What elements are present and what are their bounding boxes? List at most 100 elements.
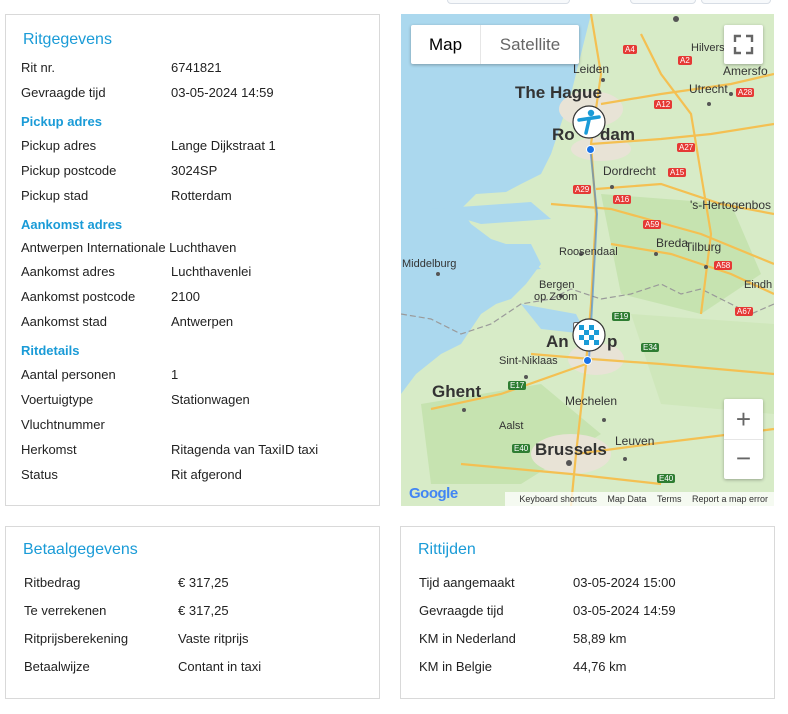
zoom-in-button[interactable]: + xyxy=(724,399,763,440)
city-label-op-zoom: op Zoom xyxy=(534,291,578,303)
km-belgie-row: KM in Belgie 44,76 km xyxy=(419,658,769,676)
city-label-breda: Breda xyxy=(656,236,689,250)
aankomst-stad-value: Antwerpen xyxy=(171,314,234,329)
ritbedrag-label: Ritbedrag xyxy=(24,575,81,590)
voertuigtype-value: Stationwagen xyxy=(171,392,250,407)
city-label-brussels: Brussels xyxy=(535,440,607,459)
pickup-stad-row: Pickup stad Rotterdam xyxy=(21,187,371,205)
tijd-aangemaakt-value: 03-05-2024 15:00 xyxy=(573,575,676,590)
road-shield: A16 xyxy=(613,195,632,204)
zoom-out-button[interactable]: − xyxy=(724,440,763,479)
map-data-link[interactable]: Map Data xyxy=(607,494,646,504)
road-shield: A2 xyxy=(678,56,692,65)
road-shield: A4 xyxy=(623,45,637,54)
km-nederland-value: 58,89 km xyxy=(573,631,627,646)
city-label-roosendaal: Roosendaal xyxy=(559,246,618,258)
taxi-person-icon xyxy=(572,105,606,139)
pickup-adres-value: Lange Dijkstraat 1 xyxy=(171,138,276,153)
ritprijsberekening-value: Vaste ritprijs xyxy=(178,631,249,646)
betaalgegevens-title: Betaalgegevens xyxy=(23,541,138,558)
rittijden-gevraagde-tijd-value: 03-05-2024 14:59 xyxy=(573,603,676,618)
gevraagde-tijd-value: 03-05-2024 14:59 xyxy=(171,85,274,100)
map-type-map-button[interactable]: Map xyxy=(411,25,481,64)
status-label: Status xyxy=(21,467,58,482)
road-shield: A28 xyxy=(736,88,755,97)
vluchtnummer-row: Vluchtnummer xyxy=(21,416,371,434)
city-label-antwerp-b: p xyxy=(607,332,618,351)
pickup-stad-label: Pickup stad xyxy=(21,188,89,203)
city-label-hilversum: Hilvers xyxy=(691,42,725,54)
aankomst-adres-row: Aankomst adres Luchthavenlei xyxy=(21,263,371,281)
road-shield: A15 xyxy=(668,168,687,177)
road-shield: E17 xyxy=(508,381,527,390)
aankomst-adres-label: Aankomst adres xyxy=(21,264,115,279)
km-nederland-label: KM in Nederland xyxy=(419,631,516,646)
ritprijsberekening-label: Ritprijsberekening xyxy=(24,631,129,646)
gevraagde-tijd-row: Gevraagde tijd 03-05-2024 14:59 xyxy=(21,84,371,102)
checkered-flag-icon xyxy=(572,318,606,352)
ritdetails-heading: Ritdetails xyxy=(21,343,80,358)
pickup-marker[interactable] xyxy=(571,104,607,140)
rittijden-panel: Rittijden Tijd aangemaakt 03-05-2024 15:… xyxy=(400,526,775,699)
gevraagde-tijd-label: Gevraagde tijd xyxy=(21,85,106,100)
city-label-leiden: Leiden xyxy=(573,62,610,76)
aankomst-heading: Aankomst adres xyxy=(21,217,123,232)
rittijden-gevraagde-tijd-label: Gevraagde tijd xyxy=(419,603,504,618)
city-label-eindhoven: Eindh xyxy=(744,279,773,291)
keyboard-shortcuts-link[interactable]: Keyboard shortcuts xyxy=(519,494,597,504)
google-logo[interactable]: Google xyxy=(409,485,458,502)
top-tab-button[interactable] xyxy=(701,0,771,4)
route-map[interactable]: A4 A2 A12 A27 A28 A15 A29 A16 A59 A58 A6… xyxy=(401,14,774,506)
map-attribution: Keyboard shortcuts Map Data Terms Report… xyxy=(505,492,774,506)
aankomst-stad-row: Aankomst stad Antwerpen xyxy=(21,313,371,331)
aankomst-naam: Antwerpen Internationale Luchthaven xyxy=(21,240,237,255)
te-verrekenen-value: € 317,25 xyxy=(178,603,229,618)
pickup-postcode-label: Pickup postcode xyxy=(21,163,117,178)
fullscreen-icon xyxy=(733,34,754,55)
city-label-hertogenbosch: 's-Hertogenbos xyxy=(690,198,771,212)
betaalwijze-label: Betaalwijze xyxy=(24,659,90,674)
pickup-adres-row: Pickup adres Lange Dijkstraat 1 xyxy=(21,137,371,155)
map-type-control: Map Satellite xyxy=(411,25,579,64)
herkomst-value: Ritagenda van TaxiID taxi xyxy=(171,442,319,457)
ritgegevens-title: Ritgegevens xyxy=(23,31,112,48)
vluchtnummer-label: Vluchtnummer xyxy=(21,417,105,432)
terms-link[interactable]: Terms xyxy=(657,494,682,504)
road-shield: A27 xyxy=(677,143,696,152)
km-belgie-value: 44,76 km xyxy=(573,659,627,674)
road-shield: A58 xyxy=(714,261,733,270)
pickup-heading: Pickup adres xyxy=(21,114,102,129)
map-type-satellite-button[interactable]: Satellite xyxy=(481,25,579,64)
city-label-ghent: Ghent xyxy=(432,382,482,401)
city-label-middelburg: Middelburg xyxy=(402,258,457,270)
destination-marker[interactable] xyxy=(571,317,607,353)
status-value: Rit afgerond xyxy=(171,467,242,482)
ritbedrag-value: € 317,25 xyxy=(178,575,229,590)
city-label-antwerp-a: An xyxy=(546,332,569,351)
aankomst-postcode-label: Aankomst postcode xyxy=(21,289,136,304)
pickup-location-dot xyxy=(586,145,595,154)
city-label-bergen: Bergen xyxy=(539,279,575,291)
road-shield: E40 xyxy=(512,444,531,453)
herkomst-row: Herkomst Ritagenda van TaxiID taxi xyxy=(21,441,371,459)
road-shield: A67 xyxy=(735,307,754,316)
ritbedrag-row: Ritbedrag € 317,25 xyxy=(24,574,374,592)
aantal-personen-row: Aantal personen 1 xyxy=(21,366,371,384)
road-shield: A12 xyxy=(654,100,673,109)
pickup-postcode-row: Pickup postcode 3024SP xyxy=(21,162,371,180)
rittijden-title: Rittijden xyxy=(418,541,476,558)
zoom-control: + − xyxy=(724,399,763,479)
city-label-utrecht: Utrecht xyxy=(689,82,728,96)
city-label-mechelen: Mechelen xyxy=(565,394,618,408)
tijd-aangemaakt-label: Tijd aangemaakt xyxy=(419,575,515,590)
te-verrekenen-row: Te verrekenen € 317,25 xyxy=(24,602,374,620)
rittijden-gevraagde-tijd-row: Gevraagde tijd 03-05-2024 14:59 xyxy=(419,602,769,620)
city-label-aalst: Aalst xyxy=(499,420,524,432)
pickup-stad-value: Rotterdam xyxy=(171,188,232,203)
herkomst-label: Herkomst xyxy=(21,442,77,457)
top-tab-button[interactable] xyxy=(630,0,696,4)
fullscreen-button[interactable] xyxy=(724,25,763,64)
top-tab-button[interactable] xyxy=(447,0,570,4)
report-map-error-link[interactable]: Report a map error xyxy=(692,494,768,504)
city-label-the-hague: The Hague xyxy=(515,83,602,102)
